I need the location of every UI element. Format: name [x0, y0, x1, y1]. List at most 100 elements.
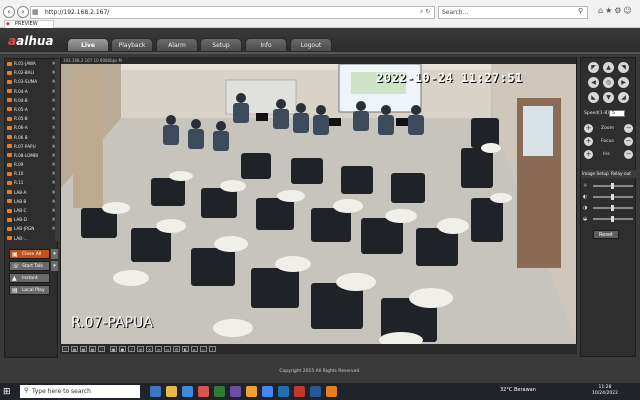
contrast-slider[interactable]: ◐ [583, 193, 635, 201]
ptz-down-right-icon[interactable]: ◢ [618, 92, 629, 103]
app-icon-1[interactable] [198, 386, 209, 397]
start-talk-dropdown[interactable]: ▾ [51, 261, 58, 271]
browser-tools-icons[interactable]: ⌂★⚙☺ [598, 6, 634, 15]
file-explorer-icon[interactable] [166, 386, 177, 397]
settings-icon[interactable]: ⚙ [173, 346, 180, 352]
layout-9-icon[interactable]: ▦ [80, 346, 87, 352]
channel-item[interactable]: R.03-SUMAM [5, 77, 59, 86]
taskbar-clock[interactable]: 11:28 10/24/2022 [592, 385, 618, 397]
reset-button[interactable]: Reset [593, 230, 619, 239]
channel-item[interactable]: LAB-AM [5, 188, 59, 197]
channel-item[interactable]: R.11M [5, 178, 59, 187]
address-bar[interactable]: http://192.168.2.167/ [30, 6, 435, 19]
channel-item[interactable]: R.02-BALIM [5, 68, 59, 77]
channel-item[interactable]: R.06-AM [5, 123, 59, 132]
next-icon[interactable]: ▸ [191, 346, 198, 352]
refresh-icon[interactable]: ⌕ ↻ [420, 8, 430, 16]
ratio-icon[interactable]: ▭ [164, 346, 171, 352]
app-icon-6[interactable] [326, 386, 337, 397]
zoom-in-button[interactable]: + [584, 124, 593, 133]
instant-record-button[interactable]: ▲ Instant Record [9, 273, 50, 291]
system-tray[interactable]: 32°C Berawan [500, 387, 536, 393]
ptz-up-icon[interactable]: ▲ [603, 62, 614, 73]
channel-item[interactable]: R.06 BM [5, 133, 59, 142]
channel-item[interactable]: LAB-JRGNM [5, 224, 59, 233]
close-all-button[interactable]: ▣ Close All [9, 249, 50, 259]
channel-item[interactable]: R.08-LOMBIM [5, 151, 59, 160]
stream-icon[interactable]: ≡ [155, 346, 162, 352]
brightness-knob[interactable] [611, 183, 614, 189]
task-view-icon[interactable] [150, 386, 161, 397]
relay-out-tab[interactable]: Relay-out [611, 170, 631, 178]
channel-item[interactable]: R.01-JAWAM [5, 59, 59, 68]
channel-item[interactable]: LAB-CM [5, 206, 59, 215]
pip-icon[interactable]: ◧ [182, 346, 189, 352]
ptz-up-left-icon[interactable]: ◤ [588, 62, 599, 73]
app-icon-2[interactable] [214, 386, 225, 397]
word-icon[interactable] [310, 386, 321, 397]
speed-select[interactable]: 5 [609, 110, 625, 117]
channel-item[interactable]: R.09M [5, 160, 59, 169]
channel-item[interactable]: R.04-AM [5, 87, 59, 96]
channel-item[interactable]: R.05-BM [5, 114, 59, 123]
zoom-out-button[interactable]: − [624, 124, 633, 133]
info-icon[interactable]: i [209, 346, 216, 352]
hue-knob[interactable] [611, 216, 614, 222]
taskbar-search-input[interactable]: Type here to search [20, 385, 140, 398]
iris-open-button[interactable]: + [584, 150, 593, 159]
layout-16-icon[interactable]: ▦ [89, 346, 96, 352]
iris-close-button[interactable]: − [624, 150, 633, 159]
tab-playback[interactable]: Playback [111, 38, 153, 52]
saturation-knob[interactable] [611, 205, 614, 211]
search-input[interactable]: Search... [438, 6, 588, 19]
edge-icon[interactable] [182, 386, 193, 397]
close-all-dropdown[interactable]: ▾ [51, 249, 58, 259]
live-video-view[interactable]: 2022-10-24 11:27:51 R.07-PAPUA [60, 57, 577, 345]
windows-start-icon[interactable]: ⊞ [3, 387, 11, 397]
ptz-center-icon[interactable]: ◎ [603, 77, 614, 88]
contrast-knob[interactable] [611, 194, 614, 200]
focus-far-button[interactable]: − [624, 137, 633, 146]
ie-icon[interactable] [278, 386, 289, 397]
last-icon[interactable]: ▹ [200, 346, 207, 352]
tab-logout[interactable]: Logout [290, 38, 332, 52]
tab-info[interactable]: Info [245, 38, 287, 52]
tab-setup[interactable]: Setup [200, 38, 242, 52]
forward-button[interactable]: › [17, 6, 29, 18]
channel-scrollbar[interactable] [55, 59, 59, 241]
channel-item[interactable]: R.10M [5, 169, 59, 178]
ptz-up-right-icon[interactable]: ◥ [618, 62, 629, 73]
back-button[interactable]: ‹ [3, 6, 15, 18]
zoom-icon[interactable]: ⊕ [137, 346, 144, 352]
image-setup-tab[interactable]: Image Setup [582, 170, 609, 178]
start-talk-button[interactable]: ☏ Start Talk [9, 261, 50, 271]
ptz-left-icon[interactable]: ◀ [588, 77, 599, 88]
ptz-down-icon[interactable]: ▼ [603, 92, 614, 103]
record-toggle-icon[interactable]: ● [119, 346, 126, 352]
app-icon-4[interactable] [246, 386, 257, 397]
app-icon-5[interactable] [294, 386, 305, 397]
channel-item[interactable]: R.07-PAPUM [5, 142, 59, 151]
close-window-icon[interactable]: ✕ [146, 346, 153, 352]
focus-near-button[interactable]: + [584, 137, 593, 146]
hue-slider[interactable]: ◒ [583, 215, 635, 223]
tab-alarm[interactable]: Alarm [156, 38, 198, 52]
ptz-right-icon[interactable]: ▶ [618, 77, 629, 88]
local-play-button[interactable]: ▤ Local Play [9, 285, 50, 295]
app-icon-3[interactable] [230, 386, 241, 397]
channel-item[interactable]: R.04-BM [5, 96, 59, 105]
layout-4-icon[interactable]: ▦ [71, 346, 78, 352]
browser-tab[interactable]: ◆ PREVIEW [4, 20, 54, 28]
search-icon[interactable]: ⚲ [578, 7, 583, 15]
ptz-down-left-icon[interactable]: ◣ [588, 92, 599, 103]
layout-1-icon[interactable]: ▢ [62, 346, 69, 352]
fullscreen-icon[interactable]: ⛶ [98, 346, 105, 352]
saturation-slider[interactable]: ◑ [583, 204, 635, 212]
brightness-slider[interactable]: ☼ [583, 182, 635, 190]
snapshot-icon[interactable]: ▣ [110, 346, 117, 352]
tab-live[interactable]: Live [67, 38, 109, 52]
audio-icon[interactable]: ♪ [128, 346, 135, 352]
chrome-icon[interactable] [262, 386, 273, 397]
channel-item[interactable]: LAB-DM [5, 215, 59, 224]
channel-item[interactable]: LAB-BM [5, 197, 59, 206]
